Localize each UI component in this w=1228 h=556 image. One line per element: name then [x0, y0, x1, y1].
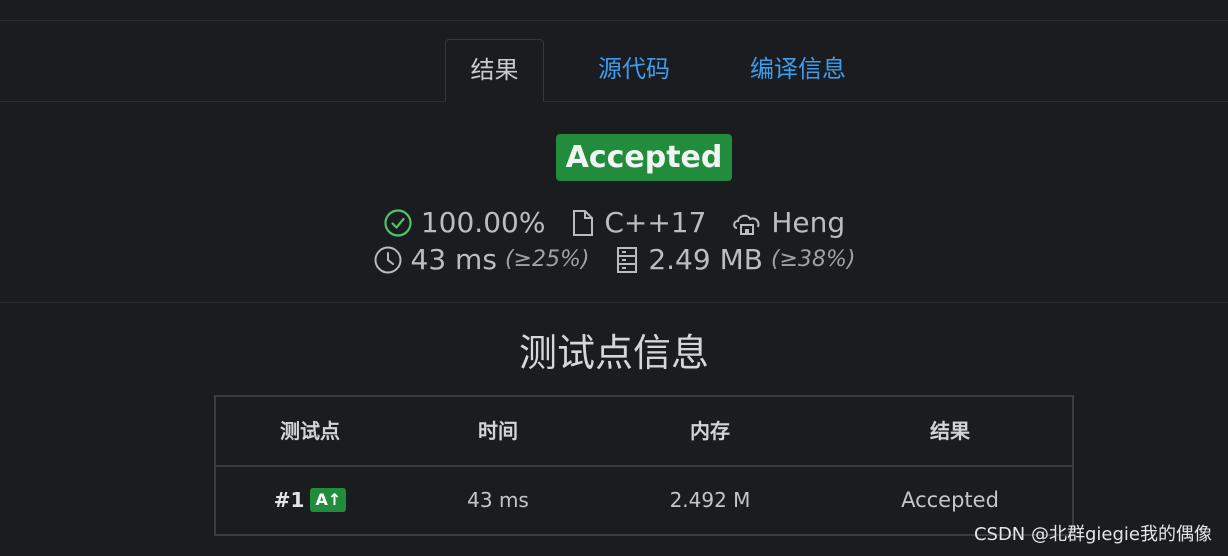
- score-value: 100.00%: [420, 206, 546, 239]
- language-stat: C++17: [570, 206, 706, 239]
- check-circle-icon: [384, 208, 412, 237]
- testcase-time: 43 ms: [467, 488, 529, 512]
- tab-source-code[interactable]: 源代码: [583, 39, 685, 101]
- clock-icon: [374, 246, 402, 273]
- testcase-id-cell: #1 A↑: [216, 467, 404, 534]
- time-percentile: (≥25%): [504, 247, 590, 272]
- memory-stat: 2.49 MB (≥38%): [614, 243, 855, 276]
- header-memory: 内存: [690, 419, 730, 443]
- score-stat: 100.00%: [383, 206, 546, 239]
- verdict-badge: Accepted: [556, 134, 732, 181]
- header-result: 结果: [930, 419, 970, 443]
- ac-badge: A↑: [310, 487, 347, 512]
- time-stat: 43 ms (≥25%): [373, 243, 590, 276]
- testcase-id: #1: [273, 488, 305, 512]
- testcase-table: 测试点 时间 内存 结果 #1 A↑ 43 ms 2.492 M Accepted: [214, 395, 1074, 536]
- section-divider: [0, 302, 1228, 303]
- cloud-house-icon: [733, 214, 760, 235]
- time-value: 43 ms: [410, 243, 497, 276]
- language-value: C++17: [604, 206, 707, 239]
- header-time: 时间: [478, 419, 518, 443]
- memory-percentile: (≥38%): [770, 247, 856, 272]
- stats-row-primary: 100.00% C++17 Heng: [0, 206, 1228, 245]
- csdn-watermark: CSDN @北群giegie我的偶像: [973, 524, 1212, 545]
- top-strip: [0, 0, 1228, 21]
- tab-result[interactable]: 结果: [445, 39, 544, 102]
- server-icon: [617, 246, 638, 273]
- stats-row-secondary: 43 ms (≥25%) 2.49 MB (≥38%): [0, 243, 1228, 282]
- file-icon: [573, 209, 594, 236]
- user-value[interactable]: Heng: [771, 206, 845, 239]
- tab-compile-info[interactable]: 编译信息: [735, 39, 861, 101]
- user-stat: Heng: [731, 206, 845, 239]
- testcase-memory: 2.492 M: [669, 488, 751, 512]
- table-row[interactable]: #1 A↑ 43 ms 2.492 M Accepted: [216, 467, 1072, 534]
- header-testcase: 测试点: [280, 419, 340, 443]
- table-header: 测试点 时间 内存 结果: [216, 397, 1072, 467]
- testcase-section-title: 测试点信息: [518, 331, 709, 375]
- result-tabs: 结果 源代码 编译信息: [0, 39, 1228, 102]
- memory-value: 2.49 MB: [648, 243, 763, 276]
